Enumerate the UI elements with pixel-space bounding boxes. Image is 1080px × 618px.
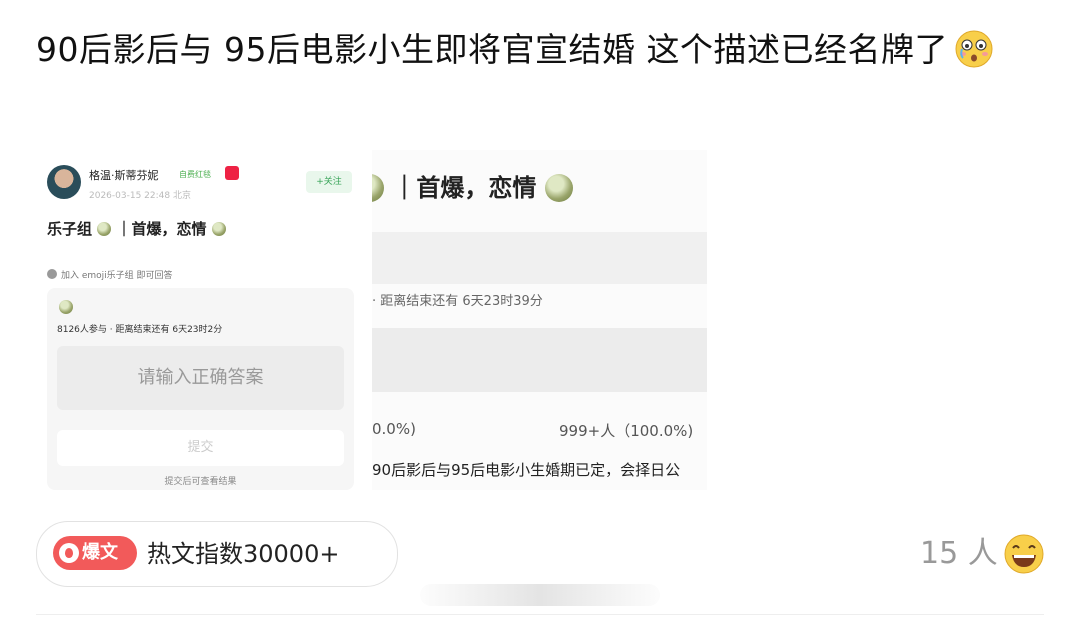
melon-icon xyxy=(211,222,226,236)
inner-post-title-zoom: ｜首爆，恋情 xyxy=(372,168,573,203)
participants: 8126人参与 · 距离结束还有 6天23时2分 xyxy=(57,325,223,335)
quiz-card: 8126人参与 · 距离结束还有 6天23时2分 请输入正确答案 提交 提交后可… xyxy=(47,288,354,490)
hot-tag-label: 爆文 xyxy=(82,542,118,563)
flame-icon xyxy=(59,543,79,563)
submit-button: 提交 xyxy=(57,430,344,466)
result-text: 90后影后与95后电影小生婚期已定，会择日公 xyxy=(372,461,681,479)
answer-input: 请输入正确答案 xyxy=(57,346,344,410)
melon-icon xyxy=(372,174,384,202)
pct-right: 999+人（100.0%) xyxy=(559,422,694,440)
hint-text: 加入 emoji乐子组 即可回答 xyxy=(61,271,173,281)
title-text: ｜首爆，恋情 xyxy=(392,174,537,202)
gray-block xyxy=(372,232,707,284)
melon-icon xyxy=(544,174,573,202)
badge-icon xyxy=(225,166,239,180)
reaction-count[interactable]: 15 人 xyxy=(920,534,998,574)
hint: 加入 emoji乐子组 即可回答 xyxy=(47,268,173,281)
post-time: 2026-03-15 22:48 北京 xyxy=(89,191,191,201)
flushed-teary-face-icon xyxy=(955,30,993,68)
screenshot-image-left[interactable]: 格温·斯蒂芬妮 自费红毯 2026-03-15 22:48 北京 +关注 乐子组… xyxy=(47,150,354,490)
hot-article-pill[interactable]: 爆文 热文指数30000+ xyxy=(36,521,398,587)
hot-tag: 爆文 xyxy=(53,536,137,570)
pct-left: 0.0%) xyxy=(372,420,416,438)
divider xyxy=(36,614,1044,615)
hot-index-text: 热文指数30000+ xyxy=(147,540,340,568)
verify-tag: 自费红毯 xyxy=(179,170,211,179)
melon-icon xyxy=(97,222,112,236)
gray-block xyxy=(372,328,707,392)
username: 格温·斯蒂芬妮 xyxy=(89,169,159,182)
melon-icon xyxy=(59,300,73,314)
title-rest: ｜首爆，恋情 xyxy=(116,220,207,238)
post-text: 90后影后与 95后电影小生即将官宣结婚 这个描述已经名牌了 xyxy=(36,24,1046,76)
inner-post-title: 乐子组 ｜首爆，恋情 xyxy=(47,218,226,239)
post-body: 90后影后与 95后电影小生即将官宣结婚 这个描述已经名牌了 xyxy=(36,30,948,69)
info-icon xyxy=(47,269,57,279)
screenshot-image-right[interactable]: ｜首爆，恋情 · 距离结束还有 6天23时39分 0.0%) 999+人（100… xyxy=(372,150,707,490)
scroll-indicator xyxy=(420,584,660,606)
title-prefix: 乐子组 xyxy=(47,220,93,238)
follow-button: +关注 xyxy=(306,171,352,193)
avatar xyxy=(47,165,81,199)
submit-note: 提交后可查看结果 xyxy=(164,477,237,487)
laughing-face-icon[interactable] xyxy=(1003,533,1045,575)
countdown: · 距离结束还有 6天23时39分 xyxy=(372,294,543,309)
